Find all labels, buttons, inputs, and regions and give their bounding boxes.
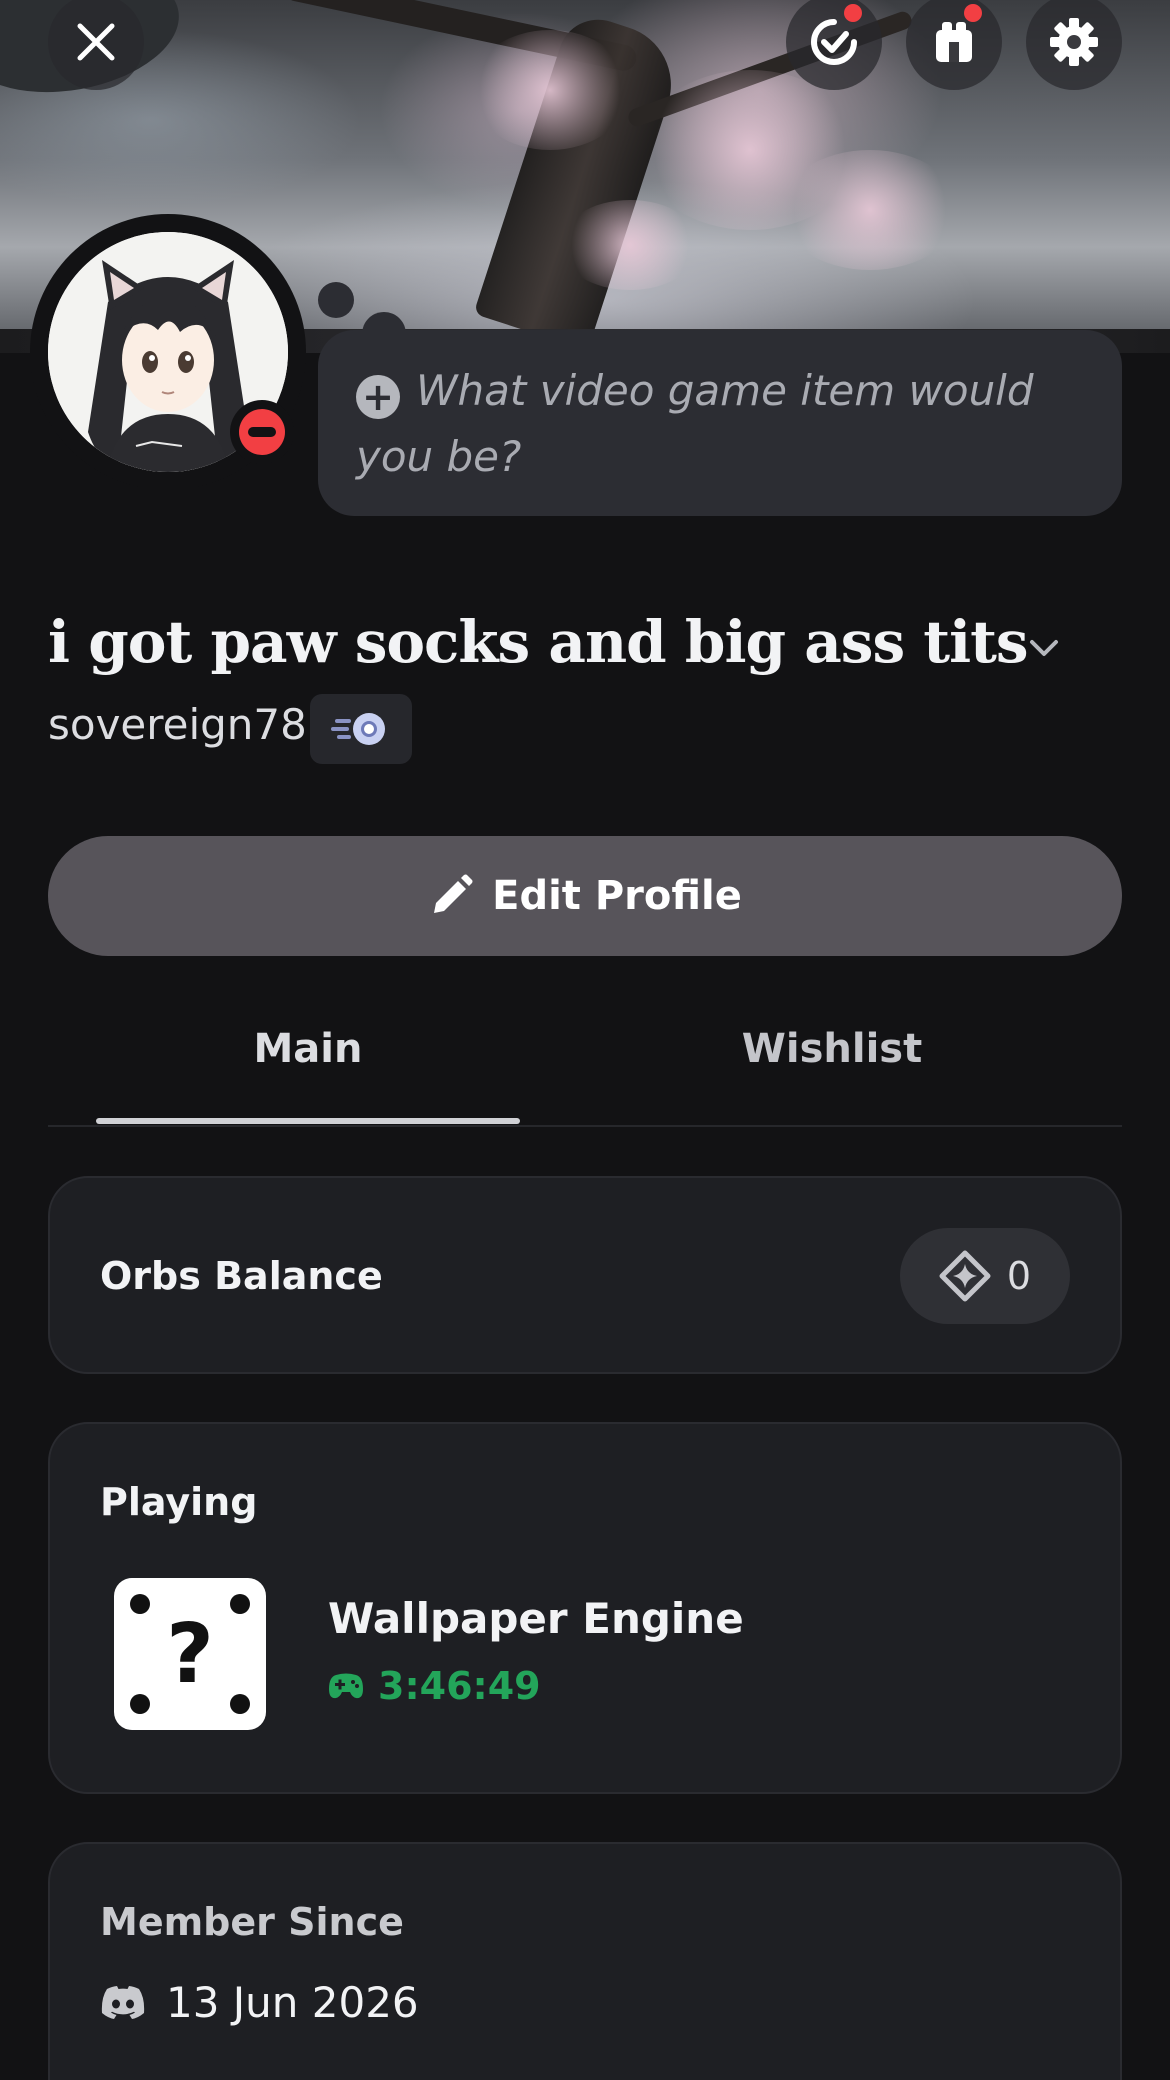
close-icon	[77, 23, 115, 61]
shop-notification-dot	[964, 4, 982, 22]
nitro-icon	[331, 713, 385, 745]
active-tab-indicator	[96, 1118, 520, 1124]
activity-title: Playing	[100, 1480, 258, 1524]
edit-profile-label: Edit Profile	[492, 873, 742, 919]
activity-card[interactable]: Playing ? Wallpaper Engine 3:46:49	[48, 1422, 1122, 1794]
custom-status-bubble[interactable]: + What video game item would you be?	[318, 330, 1122, 516]
orb-icon	[939, 1250, 991, 1302]
chevron-down-icon[interactable]	[1024, 628, 1064, 672]
member-since-card: Member Since 13 Jun 2026	[48, 1842, 1122, 2080]
username: sovereign78	[48, 700, 307, 749]
shop-icon	[936, 22, 972, 62]
tab-wishlist[interactable]: Wishlist	[620, 1026, 1044, 1072]
elapsed-time-value: 3:46:49	[378, 1664, 541, 1708]
svg-text:?: ?	[166, 1607, 214, 1702]
orbs-value: 0	[1006, 1254, 1032, 1298]
unknown-game-icon: ?	[114, 1578, 266, 1730]
thought-bubble-dot	[318, 282, 354, 318]
member-since-date: 13 Jun 2026	[166, 1978, 419, 2027]
status-prompt: What video game item would you be?	[356, 366, 1034, 481]
edit-profile-button[interactable]: Edit Profile	[48, 836, 1122, 956]
tab-divider	[48, 1125, 1122, 1127]
discord-icon	[101, 1985, 145, 2019]
member-since-title: Member Since	[100, 1900, 404, 1944]
gamepad-icon	[329, 1673, 363, 1699]
quests-notification-dot	[844, 4, 862, 22]
quest-icon	[811, 19, 857, 65]
game-name: Wallpaper Engine	[328, 1594, 744, 1643]
orbs-balance-card[interactable]: Orbs Balance 0	[48, 1176, 1122, 1374]
display-name: i got paw socks and big ass tits	[48, 608, 1029, 676]
tab-main[interactable]: Main	[96, 1026, 520, 1072]
orbs-title: Orbs Balance	[100, 1254, 383, 1298]
gear-icon	[1050, 18, 1098, 66]
pencil-icon	[434, 874, 473, 913]
nitro-badge[interactable]	[310, 694, 412, 764]
orbs-balance-pill[interactable]: 0	[900, 1228, 1070, 1324]
game-elapsed-time: 3:46:49	[328, 1664, 541, 1708]
presence-dnd-indicator	[230, 400, 294, 464]
member-since-date-row: 13 Jun 2026	[100, 1978, 419, 2027]
avatar-container[interactable]	[30, 214, 306, 490]
add-status-icon: +	[356, 374, 400, 419]
